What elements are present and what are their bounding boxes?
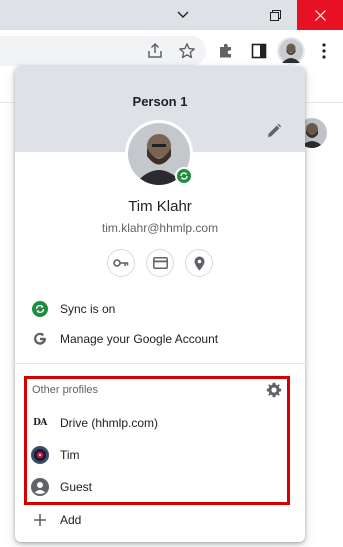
sync-badge <box>175 167 193 185</box>
gear-icon <box>266 382 282 398</box>
profile-avatar-button[interactable] <box>277 37 305 65</box>
profile-item-drive[interactable]: DA Drive (hhmlp.com) <box>15 408 305 438</box>
plus-icon <box>31 511 49 529</box>
google-g-icon <box>31 330 49 348</box>
menu-divider <box>15 363 305 364</box>
manage-account-item[interactable]: Manage your Google Account <box>15 324 305 354</box>
star-icon <box>179 43 195 59</box>
extensions-icon <box>220 43 231 58</box>
sync-icon <box>180 172 188 180</box>
profile-item-tim[interactable]: Tim <box>15 440 305 470</box>
profile-item-label: Drive (hhmlp.com) <box>60 416 159 430</box>
sync-icon <box>31 300 49 318</box>
add-profile-label: Add <box>60 513 82 527</box>
more-menu-icon <box>322 43 326 59</box>
edit-profile-button[interactable] <box>265 122 283 140</box>
user-name: Tim Klahr <box>128 198 192 215</box>
sync-status-item[interactable]: Sync is on <box>15 294 305 324</box>
profile-item-label: Guest <box>60 480 93 494</box>
passwords-button[interactable] <box>107 249 135 277</box>
profile-avatar <box>279 39 303 63</box>
profile-name: Person 1 <box>132 94 188 109</box>
share-icon <box>148 42 162 58</box>
sync-status-label: Sync is on <box>60 302 116 316</box>
more-menu-button[interactable] <box>312 39 336 63</box>
guest-avatar-icon <box>31 478 49 496</box>
other-profiles-heading: Other profiles <box>32 384 99 396</box>
profile-item-guest[interactable]: Guest <box>15 472 305 502</box>
side-panel-button[interactable] <box>247 39 271 63</box>
user-email: tim.klahr@hhmlp.com <box>101 221 219 235</box>
location-pin-icon <box>194 256 204 270</box>
key-icon <box>113 259 129 267</box>
addresses-button[interactable] <box>185 249 213 277</box>
profile-item-label: Tim <box>60 448 80 462</box>
close-window-button[interactable] <box>297 0 343 30</box>
restore-button[interactable] <box>252 0 298 30</box>
side-panel-icon <box>251 43 267 59</box>
share-button[interactable] <box>143 39 167 63</box>
add-profile-item[interactable]: Add <box>15 505 305 535</box>
extensions-button[interactable] <box>214 39 238 63</box>
restore-icon <box>269 9 281 21</box>
quick-actions <box>15 249 305 279</box>
drive-profile-icon: DA <box>33 418 47 428</box>
profile-menu: Person 1 Tim Klahr tim.klahr@hhmlp.com S… <box>15 66 305 542</box>
credit-card-icon <box>152 257 168 269</box>
tab-search-button[interactable] <box>160 0 206 30</box>
tim-avatar-icon <box>31 446 49 464</box>
manage-profiles-button[interactable] <box>266 382 282 398</box>
manage-account-label: Manage your Google Account <box>60 332 219 346</box>
bookmark-button[interactable] <box>175 39 199 63</box>
close-icon <box>314 9 326 21</box>
chevron-down-icon <box>177 11 189 18</box>
window-title-bar <box>0 0 343 30</box>
pencil-icon <box>268 123 282 137</box>
payment-methods-button[interactable] <box>146 249 174 277</box>
